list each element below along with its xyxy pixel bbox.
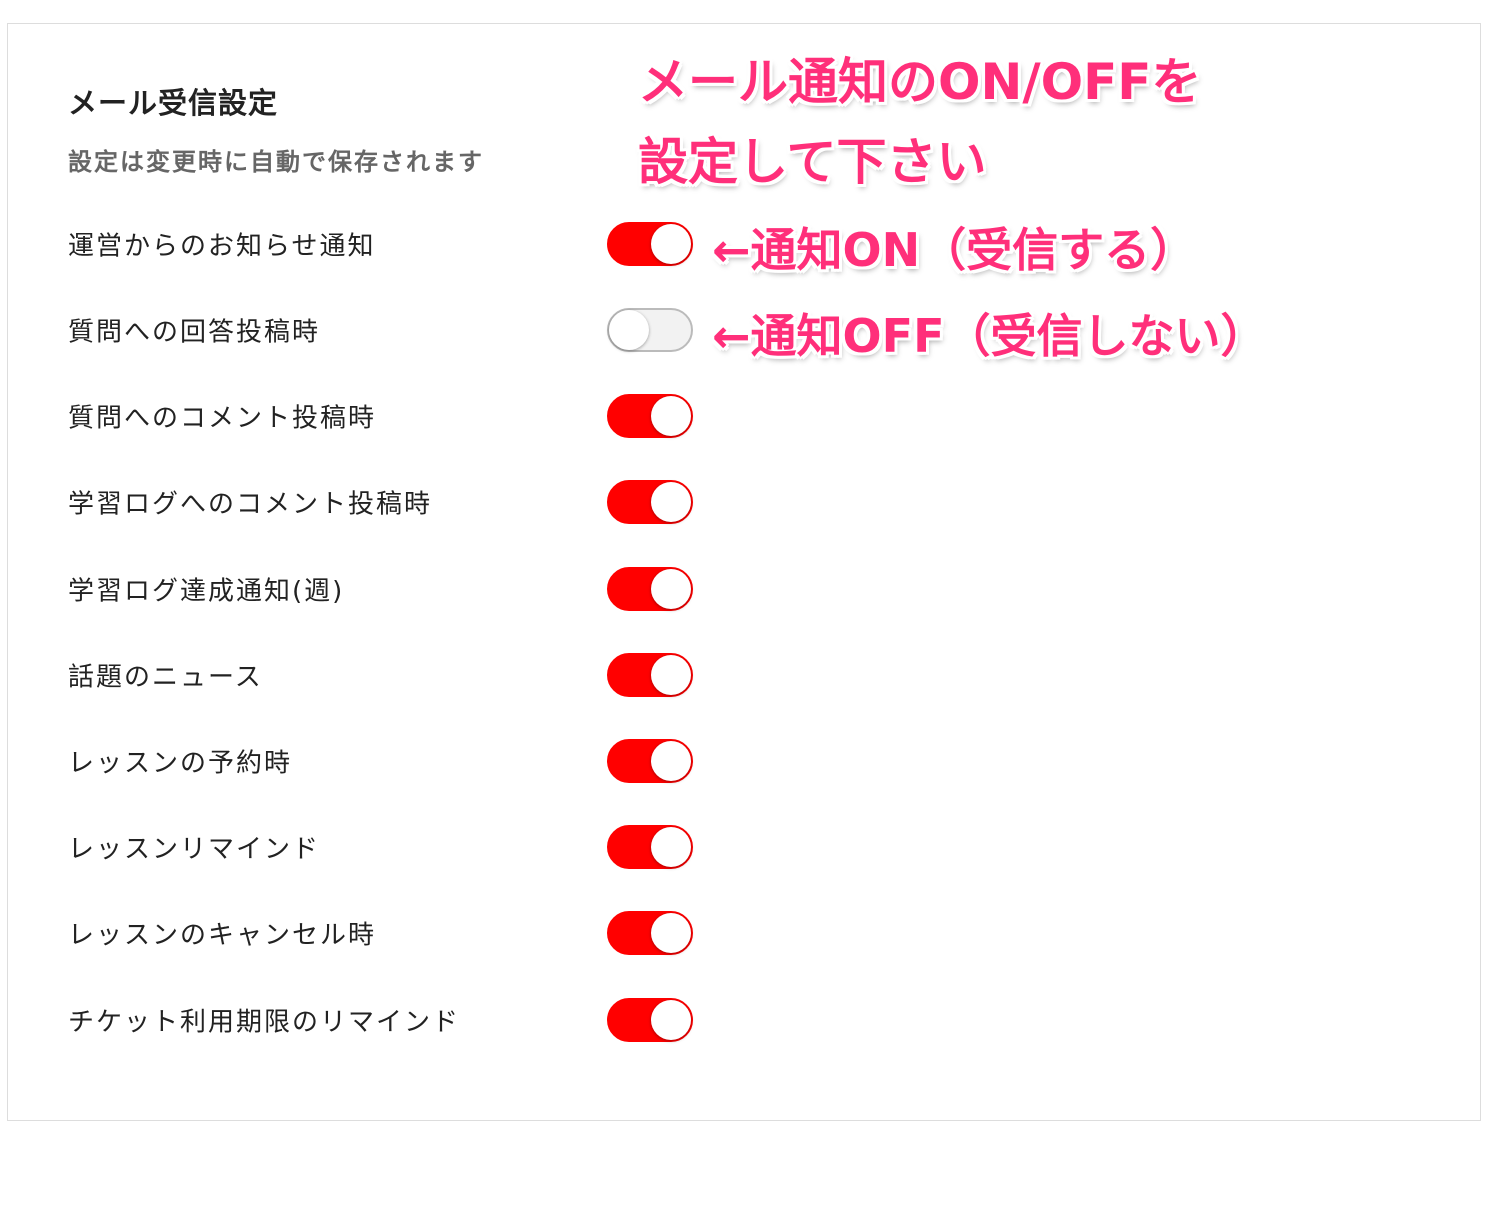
setting-label: チケット利用期限のリマインド	[68, 1007, 461, 1038]
setting-row-study-log-comment: 学習ログへのコメント投稿時	[68, 477, 698, 527]
setting-row-question-comment: 質問へのコメント投稿時	[68, 391, 698, 441]
annotation-header-line1: メール通知のON/OFFを	[638, 53, 1202, 111]
setting-label: 質問へのコメント投稿時	[68, 403, 377, 434]
setting-label: 話題のニュース	[68, 662, 263, 693]
setting-label: 質問への回答投稿時	[68, 317, 321, 348]
toggle-switch[interactable]	[607, 653, 693, 697]
annotation-off-hint: ←通知OFF（受信しない）	[712, 309, 1267, 363]
toggle-knob	[651, 913, 691, 953]
toggle-knob	[651, 482, 691, 522]
toggle-knob	[651, 827, 691, 867]
toggle-knob	[651, 741, 691, 781]
toggle-switch[interactable]	[607, 567, 693, 611]
setting-label: レッスンのキャンセル時	[68, 920, 377, 951]
setting-row-lesson-reminder: レッスンリマインド	[68, 822, 698, 872]
setting-row-question-answer: 質問への回答投稿時	[68, 305, 698, 355]
setting-label: 学習ログへのコメント投稿時	[68, 489, 433, 520]
toggle-knob	[651, 655, 691, 695]
setting-row-ticket-expiry-reminder: チケット利用期限のリマインド	[68, 995, 698, 1045]
toggle-switch[interactable]	[607, 998, 693, 1042]
toggle-switch[interactable]	[607, 308, 693, 352]
annotation-on-hint: ←通知ON（受信する）	[712, 223, 1197, 277]
toggle-switch[interactable]	[607, 739, 693, 783]
section-title: メール受信設定	[68, 86, 279, 120]
toggle-knob	[609, 310, 649, 350]
annotation-header-line2: 設定して下さい	[638, 133, 987, 191]
toggle-knob	[651, 224, 691, 264]
section-subtitle: 設定は変更時に自動で保存されます	[68, 148, 484, 176]
toggle-knob	[651, 569, 691, 609]
toggle-switch[interactable]	[607, 825, 693, 869]
toggle-switch[interactable]	[607, 911, 693, 955]
toggle-switch[interactable]	[607, 480, 693, 524]
setting-label: 学習ログ達成通知(週)	[68, 576, 345, 607]
setting-row-study-log-weekly: 学習ログ達成通知(週)	[68, 564, 698, 614]
toggle-switch[interactable]	[607, 222, 693, 266]
toggle-knob	[651, 396, 691, 436]
toggle-switch[interactable]	[607, 394, 693, 438]
setting-label: レッスンリマインド	[68, 834, 321, 865]
setting-row-lesson-cancel: レッスンのキャンセル時	[68, 908, 698, 958]
toggle-knob	[651, 1000, 691, 1040]
setting-row-official-notice: 運営からのお知らせ通知	[68, 219, 698, 269]
setting-label: レッスンの予約時	[68, 748, 293, 779]
setting-row-lesson-booking: レッスンの予約時	[68, 736, 698, 786]
setting-row-topic-news: 話題のニュース	[68, 650, 698, 700]
setting-label: 運営からのお知らせ通知	[68, 231, 376, 262]
